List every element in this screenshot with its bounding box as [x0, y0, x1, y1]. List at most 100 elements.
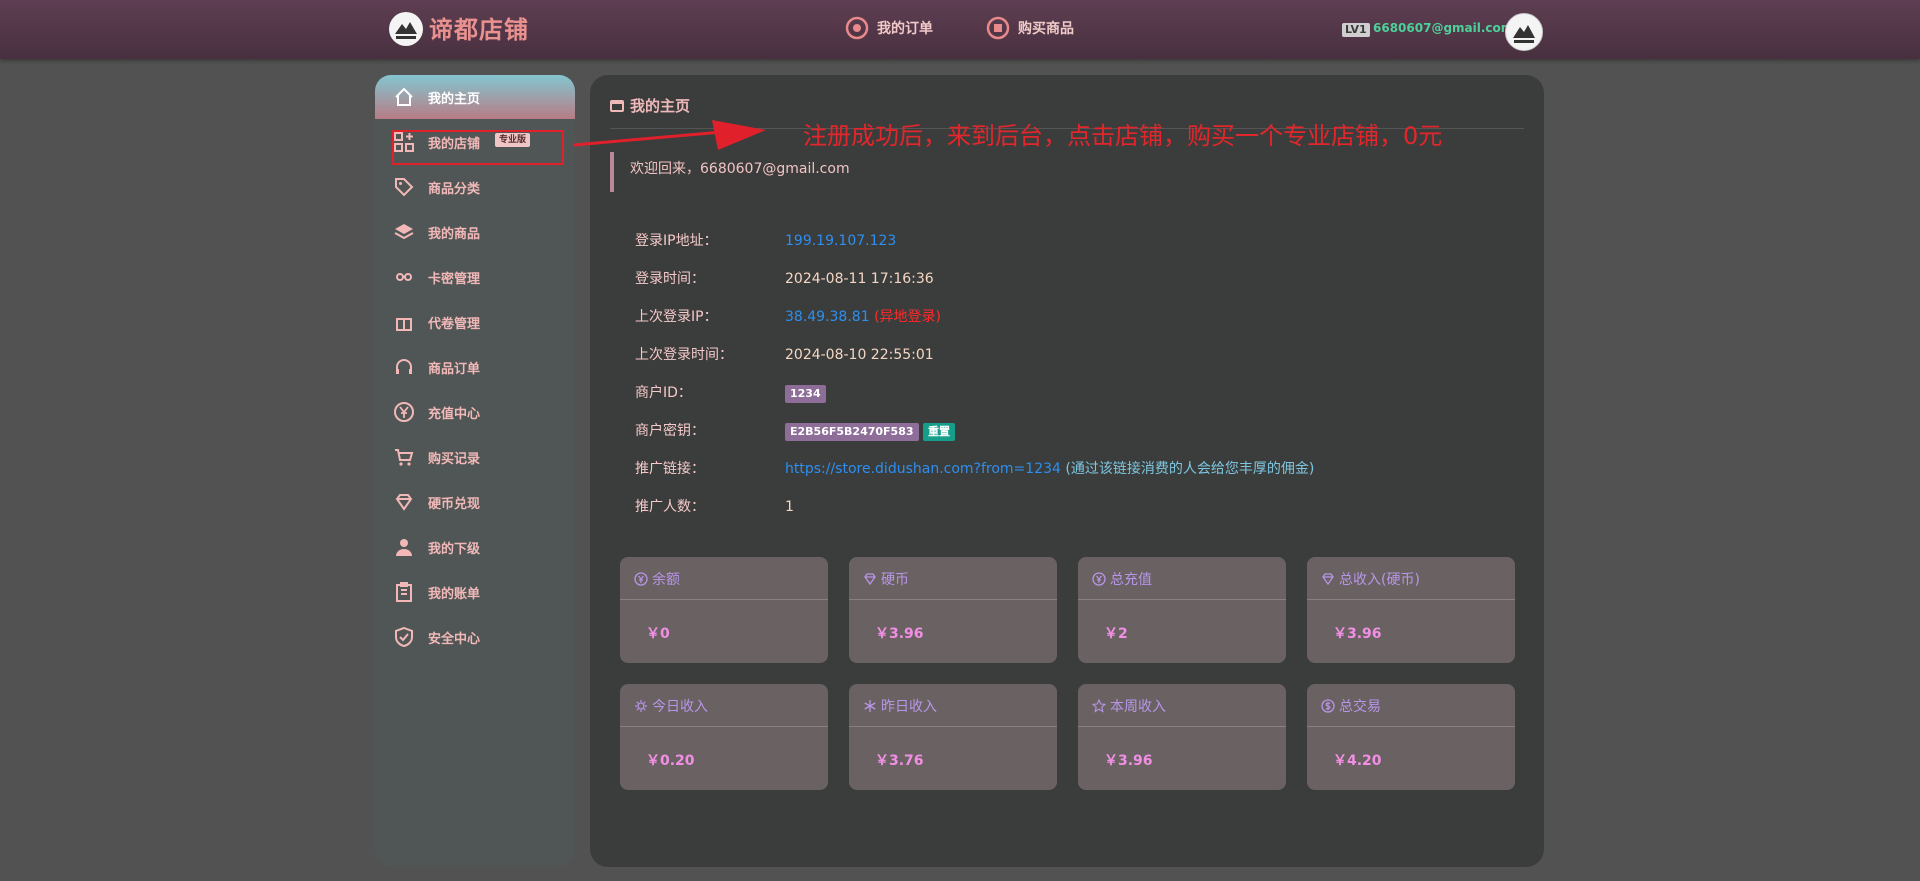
welcome-message: 欢迎回来，6680607@gmail.com: [630, 161, 850, 177]
yen-circle-icon: [634, 572, 648, 586]
sidebar-item-label: 硬币兑现: [428, 496, 481, 512]
shield-check-icon: [395, 626, 413, 648]
avatar[interactable]: [1505, 13, 1543, 51]
sidebar-item-label: 我的商品: [428, 226, 481, 242]
info-label: 推广人数：: [635, 499, 705, 515]
annotation-arrow-icon: [573, 120, 766, 150]
stat-card-header: 硬币: [863, 569, 909, 589]
sidebar-item-label: 充值中心: [428, 406, 481, 422]
sun-icon: [635, 700, 647, 712]
stat-card-header: 总交易: [1321, 696, 1381, 716]
info-label: 商户ID：: [635, 385, 692, 401]
page-title: 我的主页: [610, 95, 690, 116]
headset-icon: [396, 359, 412, 374]
stat-card-title: 硬币: [881, 572, 909, 588]
stat-card-title: 余额: [652, 572, 680, 588]
reset-key-button[interactable]: 重置: [922, 423, 955, 441]
brand-name[interactable]: 谛都店铺: [429, 10, 529, 45]
stat-card-value: ￥4.20: [1333, 753, 1382, 769]
info-value: 38.49.38.81 (异地登录): [785, 307, 941, 327]
sidebar-item-category[interactable]: 商品分类: [375, 165, 575, 209]
sidebar-item-voucher[interactable]: 代卷管理: [375, 300, 575, 344]
user-icon: [396, 539, 412, 556]
stat-card-yesterday-income: 昨日收入 ￥3.76: [849, 684, 1057, 790]
diamond-icon: [1322, 573, 1334, 586]
info-value: 2024-08-11 17:16:36: [785, 271, 934, 287]
diamond-icon: [395, 494, 413, 511]
link-icon: [396, 273, 412, 281]
user-email[interactable]: 6680607@gmail.com: [1373, 21, 1513, 35]
stat-card-value: ￥0: [646, 626, 670, 642]
stat-card-title: 总充值: [1110, 572, 1152, 588]
sidebar-item-recharge[interactable]: 充值中心: [375, 390, 575, 434]
brand-logo-icon[interactable]: [389, 12, 423, 46]
info-label: 推广链接：: [635, 461, 705, 477]
remote-login-warning: (异地登录): [874, 309, 941, 325]
info-value: E2B56F5B2470F583 重置: [785, 421, 955, 441]
stat-card-total-recharge: 总充值 ￥2: [1078, 557, 1286, 663]
divider: [1307, 726, 1515, 727]
sidebar-item-goods-orders[interactable]: 商品订单: [375, 345, 575, 389]
stat-card-value: ￥3.96: [1104, 753, 1153, 769]
stat-card-balance: 余额 ￥0: [620, 557, 828, 663]
stat-card-value: ￥3.96: [1333, 626, 1382, 642]
stat-card-value: ￥3.76: [875, 753, 924, 769]
sidebar-item-label: 商品分类: [428, 181, 481, 197]
diamond-icon: [864, 573, 876, 586]
info-value: 1234: [785, 383, 826, 403]
sidebar-item-subordinates[interactable]: 我的下级: [375, 525, 575, 569]
stat-card-header: 昨日收入: [863, 696, 937, 716]
annotation-highlight-box: [392, 130, 564, 165]
stat-card-header: 本周收入: [1092, 696, 1166, 716]
divider: [849, 599, 1057, 600]
info-label: 登录时间：: [635, 271, 705, 287]
tag-icon: [395, 178, 414, 197]
sidebar-item-security[interactable]: 安全中心: [375, 615, 575, 659]
stat-card-header: 总收入(硬币): [1321, 569, 1420, 589]
sidebar-item-bills[interactable]: 我的账单: [375, 570, 575, 614]
dollar-circle-icon: [1321, 699, 1335, 713]
divider: [1078, 599, 1286, 600]
window-icon: [610, 99, 624, 112]
gift-icon: [396, 318, 412, 331]
stat-card-header: 余额: [634, 569, 680, 589]
stat-card-today-income: 今日收入 ￥0.20: [620, 684, 828, 790]
stat-card-value: ￥0.20: [646, 753, 695, 769]
stat-card-total-trades: 总交易 ￥4.20: [1307, 684, 1515, 790]
stat-card-header: 总充值: [1092, 569, 1152, 589]
user-level-badge: LV1: [1342, 23, 1370, 37]
stat-card-header: 今日收入: [634, 696, 708, 716]
nav-my-orders[interactable]: 我的订单: [845, 16, 933, 40]
welcome-accent-bar: [610, 152, 614, 192]
sidebar-item-card-secret[interactable]: 卡密管理: [375, 255, 575, 299]
stat-card-value: ￥2: [1104, 626, 1128, 642]
sidebar-item-label: 我的主页: [428, 91, 481, 107]
sidebar-item-my-goods[interactable]: 我的商品: [375, 210, 575, 254]
sidebar-item-home[interactable]: 我的主页: [375, 75, 575, 119]
merchant-id-badge: 1234: [785, 385, 826, 403]
info-label: 上次登录时间：: [635, 347, 733, 363]
sidebar-item-label: 购买记录: [428, 451, 481, 467]
stat-card-coins: 硬币 ￥3.96: [849, 557, 1057, 663]
sidebar: 我的主页 我的店铺 专业版 商品分类 我的商品 卡密管理 代卷管理 商品订单 充…: [375, 75, 575, 867]
info-label: 上次登录IP：: [635, 309, 718, 325]
stat-card-title: 本周收入: [1110, 699, 1166, 715]
sidebar-item-label: 我的下级: [428, 541, 481, 557]
nav-buy-goods[interactable]: 购买商品: [986, 16, 1074, 40]
stat-card-week-income: 本周收入 ￥3.96: [1078, 684, 1286, 790]
nav-buy-goods-label: 购买商品: [1018, 21, 1074, 37]
divider: [849, 726, 1057, 727]
divider: [620, 599, 828, 600]
page-title-text: 我的主页: [630, 97, 691, 115]
info-value: https://store.didushan.com?from=1234 (通过…: [785, 459, 1314, 479]
cart-icon: [986, 16, 1010, 40]
promo-link[interactable]: https://store.didushan.com?from=1234: [785, 461, 1061, 477]
sidebar-item-label: 商品订单: [428, 361, 481, 377]
sidebar-item-coin-cashout[interactable]: 硬币兑现: [375, 480, 575, 524]
stat-card-title: 今日收入: [652, 699, 708, 715]
info-value: 1: [785, 499, 794, 515]
stat-card-title: 昨日收入: [881, 699, 937, 715]
promo-note: (通过该链接消费的人会给您丰厚的佣金): [1065, 461, 1315, 477]
divider: [1307, 599, 1515, 600]
sidebar-item-purchase-records[interactable]: 购买记录: [375, 435, 575, 479]
